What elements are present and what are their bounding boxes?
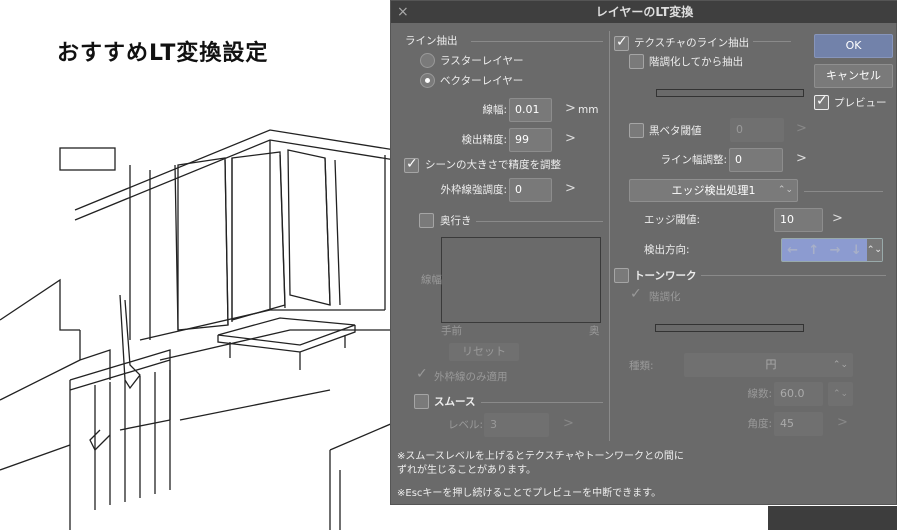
raster-layer-radio[interactable] [420,53,435,68]
tone-angle-label: 角度: [747,418,772,430]
smooth-label: スムース [434,396,476,408]
ok-button[interactable]: OK [814,34,893,58]
vector-layer-label: ベクターレイヤー [440,75,524,87]
posterize-gradient-bar[interactable] [656,89,804,97]
scene-adjust-checkbox[interactable] [404,156,419,173]
black-threshold-arrow[interactable]: > [796,121,807,136]
tone-type-value: 円 [765,358,777,371]
depth-label: 奥行き [440,215,472,227]
edge-threshold-input[interactable]: 10 [774,208,823,232]
note-smooth-1: ※スムースレベルを上げるとテクスチャやトーンワークとの間に [397,451,684,462]
vector-layer-radio[interactable] [420,73,435,88]
divider [471,41,603,42]
line-width-adjust-input[interactable]: 0 [729,148,783,172]
outline-strength-slider-arrow[interactable]: > [565,181,576,196]
graph-y-label: 線幅 [421,274,442,286]
divider [481,402,603,403]
close-icon[interactable]: × [397,1,409,23]
raster-layer-label: ラスターレイヤー [440,55,524,67]
direction-label: 検出方向: [644,244,690,256]
line-width-unit: mm [578,104,599,116]
tone-gradient-bar[interactable] [655,324,804,332]
tonework-checkbox[interactable] [614,268,629,283]
dialog-titlebar: レイヤーのLT変換 [391,1,897,23]
graph-far-label: 奥 [589,325,600,337]
level-slider-arrow[interactable]: > [563,416,574,431]
line-width-slider-arrow[interactable]: > [565,101,576,116]
tonework-label: トーンワーク [634,270,697,282]
precision-label: 検出精度: [461,134,507,146]
tone-lines-spinner[interactable]: ⌃⌄ [828,382,853,406]
down-arrow-icon[interactable]: ↓ [846,243,867,258]
spinner-icon: ⌃⌄ [777,185,793,195]
smooth-checkbox[interactable] [414,394,429,409]
posterize-extract-label: 階調化してから抽出 [649,56,744,68]
edge-mode-value: エッジ検出処理1 [671,184,756,197]
up-arrow-icon[interactable]: ↑ [803,243,824,258]
edge-mode-dropdown[interactable]: エッジ検出処理1 ⌃⌄ [629,179,798,202]
tone-posterize-label: 階調化 [649,291,681,303]
tone-type-label: 種類: [629,360,654,372]
reset-button[interactable]: リセット [449,343,519,361]
tone-lines-input[interactable]: 60.0 [774,382,823,406]
texture-extract-label: テクスチャのライン抽出 [634,37,750,49]
cancel-button[interactable]: キャンセル [814,64,893,88]
precision-input[interactable]: 99 [509,128,552,152]
outline-strength-input[interactable]: 0 [509,178,552,202]
lt-conversion-dialog: レイヤーのLT変換 × ライン抽出 ラスターレイヤー ベクターレイヤー 線幅: … [390,0,897,505]
outline-only-checkbox[interactable] [415,366,430,384]
edge-threshold-label: エッジ閾値: [644,214,701,226]
line-width-adjust-label: ライン幅調整: [660,154,727,166]
tone-angle-arrow[interactable]: > [837,415,848,430]
column-divider [609,31,610,441]
line-width-adjust-arrow[interactable]: > [796,151,807,166]
divider [476,221,603,222]
tone-type-dropdown[interactable]: 円 ⌃⌄ [684,353,853,377]
room-line-art-illustration [0,129,400,530]
divider [753,41,791,42]
scene-adjust-label: シーンの大きさで精度を調整 [425,159,561,171]
depth-checkbox[interactable] [419,213,434,228]
black-threshold-label: 黒ベタ閾値 [649,125,702,137]
background-panel [768,506,897,530]
tone-posterize-checkbox[interactable] [629,286,644,304]
spinner-icon[interactable]: ⌃⌄ [866,239,882,261]
preview-label: プレビュー [834,97,887,109]
note-esc: ※Escキーを押し続けることでプレビューを中断できます。 [397,488,662,499]
texture-extract-checkbox[interactable] [614,34,629,51]
black-threshold-checkbox[interactable] [629,123,644,138]
line-extract-heading: ライン抽出 [405,35,458,47]
outline-only-label: 外枠線のみ適用 [434,371,508,383]
note-smooth-2: ずれが生じることがあります。 [397,465,536,476]
tone-angle-input[interactable]: 45 [774,412,823,436]
direction-selector[interactable]: ← ↑ → ↓ ⌃⌄ [781,238,883,262]
posterize-extract-checkbox[interactable] [629,54,644,69]
spinner-icon: ⌃⌄ [832,360,848,370]
right-arrow-icon[interactable]: → [824,243,845,258]
graph-near-label: 手前 [441,325,462,337]
preview-checkbox[interactable] [814,93,829,110]
line-width-input[interactable]: 0.01 [509,98,552,122]
headline: おすすめLT変換設定 [57,41,269,66]
edge-threshold-arrow[interactable]: > [832,211,843,226]
black-threshold-input[interactable]: 0 [730,118,784,142]
level-label: レベル: [447,419,483,431]
depth-graph[interactable] [441,237,601,323]
divider [804,191,883,192]
divider [701,275,886,276]
level-input[interactable]: 3 [484,413,549,437]
precision-slider-arrow[interactable]: > [565,131,576,146]
left-arrow-icon[interactable]: ← [782,243,803,258]
tone-lines-label: 線数: [747,388,772,400]
outline-strength-label: 外枠線強調度: [440,184,507,196]
line-width-label: 線幅: [482,104,507,116]
